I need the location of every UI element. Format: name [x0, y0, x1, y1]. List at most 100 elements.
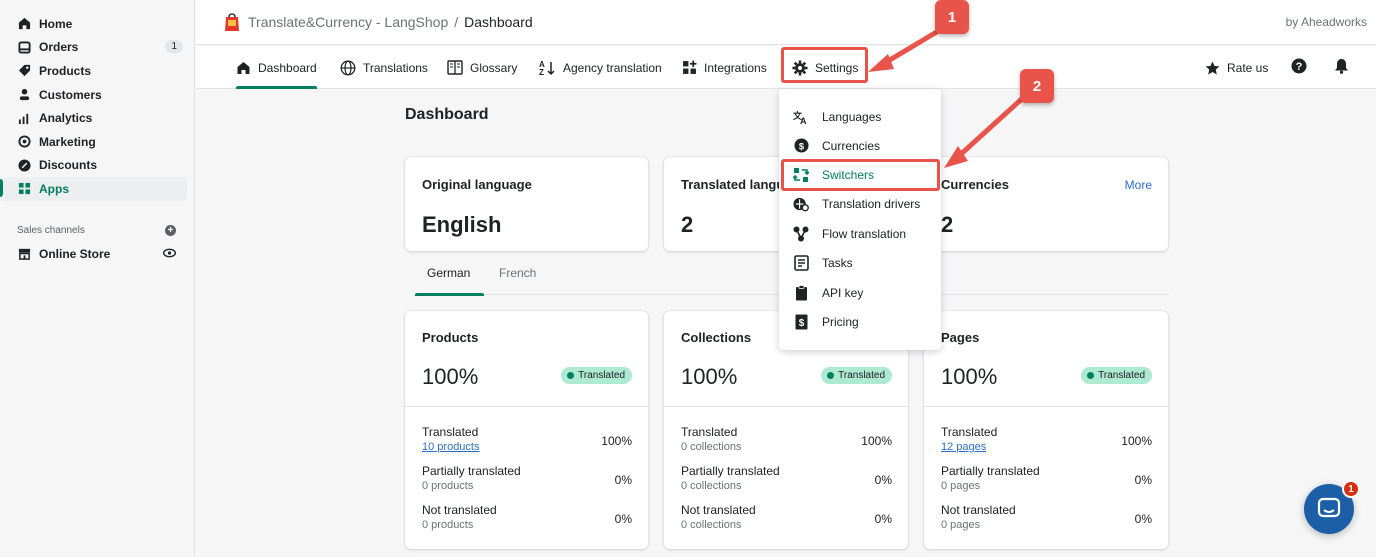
eye-icon[interactable]: [162, 247, 177, 261]
tab-glossary[interactable]: Glossary: [447, 46, 517, 89]
stat-label: Partially translated: [941, 464, 1040, 478]
tab-label: Dashboard: [258, 60, 317, 75]
stat-sub: 0 pages: [941, 480, 981, 492]
help-icon: ?: [1291, 58, 1307, 77]
stat-row: Not translated 0 pages 0%: [941, 503, 1152, 535]
stats-card-products: Products 100% Translated Translated 10 p…: [405, 311, 648, 549]
status-badge: Translated: [1081, 367, 1152, 384]
step-2-badge: 2: [1020, 69, 1054, 103]
menu-item-translation-drivers[interactable]: Translation drivers: [779, 189, 941, 218]
tab-agency-translation[interactable]: AZ Agency translation: [539, 46, 662, 89]
settings-dropdown: 文A Languages $ Currencies Switchers Tran…: [779, 89, 941, 350]
sidebar-item-orders[interactable]: Orders 1: [0, 36, 194, 60]
summary-card-currencies: Currencies 2 More: [924, 157, 1168, 251]
flow-icon: [793, 226, 809, 242]
developer-credit: by Aheadworks: [1285, 15, 1367, 29]
menu-item-tasks[interactable]: Tasks: [779, 248, 941, 277]
add-channel-icon[interactable]: +: [165, 225, 176, 237]
discount-icon: [17, 158, 31, 172]
stat-sub: 0 products: [422, 480, 474, 492]
menu-item-currencies[interactable]: $ Currencies: [779, 131, 941, 160]
svg-text:A: A: [800, 116, 807, 124]
breadcrumb-app[interactable]: Translate&Currency - LangShop: [248, 14, 448, 30]
home-icon: [236, 61, 251, 75]
menu-item-flow-translation[interactable]: Flow translation: [779, 219, 941, 248]
stat-label: Not translated: [422, 503, 497, 517]
svg-text:$: $: [798, 318, 804, 329]
sidebar-item-online-store[interactable]: Online Store: [0, 242, 194, 266]
rate-us-button[interactable]: Rate us: [1205, 46, 1268, 89]
sidebar-item-apps[interactable]: Apps: [0, 177, 187, 201]
stat-label: Partially translated: [681, 464, 780, 478]
sidebar-item-label: Online Store: [39, 246, 111, 261]
tab-german[interactable]: German: [414, 266, 485, 296]
sidebar: Home Orders 1 Products Customers Analyti…: [0, 0, 195, 557]
stat-row: Translated 0 collections 100%: [681, 425, 892, 457]
chat-widget-button[interactable]: 1: [1304, 480, 1360, 534]
help-button[interactable]: ?: [1291, 46, 1307, 89]
menu-item-label: Currencies: [822, 138, 881, 153]
sort-az-icon: AZ: [539, 60, 556, 76]
stat-value: 0%: [874, 512, 892, 526]
tab-french[interactable]: French: [499, 266, 536, 295]
stat-sub: 0 collections: [681, 480, 742, 492]
tab-dashboard[interactable]: Dashboard: [236, 46, 317, 89]
notifications-button[interactable]: [1334, 46, 1349, 89]
summary-card-original-language: Original language English: [405, 157, 648, 251]
pricing-icon: $: [793, 314, 809, 330]
tab-integrations[interactable]: Integrations: [682, 46, 767, 89]
svg-text:$: $: [798, 141, 804, 151]
card-title: Translated langu: [681, 177, 785, 192]
card-value: 2: [941, 212, 954, 237]
sidebar-item-marketing[interactable]: Marketing: [0, 130, 194, 154]
sales-channels-header: Sales channels +: [0, 220, 194, 242]
stat-value: 100%: [601, 434, 632, 448]
breadcrumb: Translate&Currency - LangShop / Dashboar…: [223, 12, 533, 32]
rate-us-label: Rate us: [1227, 60, 1269, 75]
menu-item-label: Languages: [822, 109, 882, 124]
stat-label: Partially translated: [422, 464, 521, 478]
tab-translations[interactable]: Translations: [340, 46, 428, 89]
status-label: Translated: [578, 370, 625, 381]
target-icon: [17, 135, 31, 149]
step-1-badge: 1: [935, 0, 969, 34]
card-percent: 100%: [941, 364, 998, 389]
stat-label: Not translated: [681, 503, 756, 517]
tab-label: Agency translation: [563, 60, 662, 75]
tasks-icon: [793, 254, 809, 271]
card-title: Pages: [941, 330, 980, 345]
stat-sub: 0 collections: [681, 519, 742, 531]
page-title: Dashboard: [405, 106, 489, 123]
sidebar-item-discounts[interactable]: Discounts: [0, 154, 194, 178]
menu-item-api-key[interactable]: API key: [779, 278, 941, 307]
menu-item-pricing[interactable]: $ Pricing: [779, 307, 941, 336]
apps-icon: [17, 182, 31, 196]
sidebar-item-analytics[interactable]: Analytics: [0, 106, 194, 130]
stat-value: 0%: [874, 473, 892, 487]
sidebar-item-products[interactable]: Products: [0, 59, 194, 83]
chat-icon: [1317, 497, 1341, 524]
sidebar-item-home[interactable]: Home: [0, 12, 194, 36]
stat-value: 0%: [614, 473, 632, 487]
chat-unread-badge: 1: [1342, 480, 1360, 498]
menu-item-label: Flow translation: [822, 226, 907, 241]
sidebar-item-customers[interactable]: Customers: [0, 83, 194, 107]
menu-item-languages[interactable]: 文A Languages: [779, 102, 941, 131]
stat-value: 100%: [861, 434, 892, 448]
divider: [405, 406, 648, 407]
more-link[interactable]: More: [1125, 178, 1152, 192]
app-nav: Dashboard Translations Glossary AZ Agenc…: [196, 46, 1376, 89]
translate-icon: 文A: [793, 109, 809, 125]
globe-icon: [340, 60, 356, 76]
tab-label: Translations: [363, 60, 428, 75]
card-title: Products: [422, 330, 479, 345]
sidebar-item-label: Marketing: [39, 134, 96, 149]
stat-label: Not translated: [941, 503, 1016, 517]
card-value: English: [422, 212, 502, 237]
status-dot-icon: [1087, 372, 1095, 379]
status-dot-icon: [567, 372, 575, 379]
status-badge: Translated: [821, 367, 892, 384]
star-icon: [1205, 60, 1220, 75]
stat-value: 0%: [614, 512, 632, 526]
app-logo-icon: [223, 12, 241, 32]
